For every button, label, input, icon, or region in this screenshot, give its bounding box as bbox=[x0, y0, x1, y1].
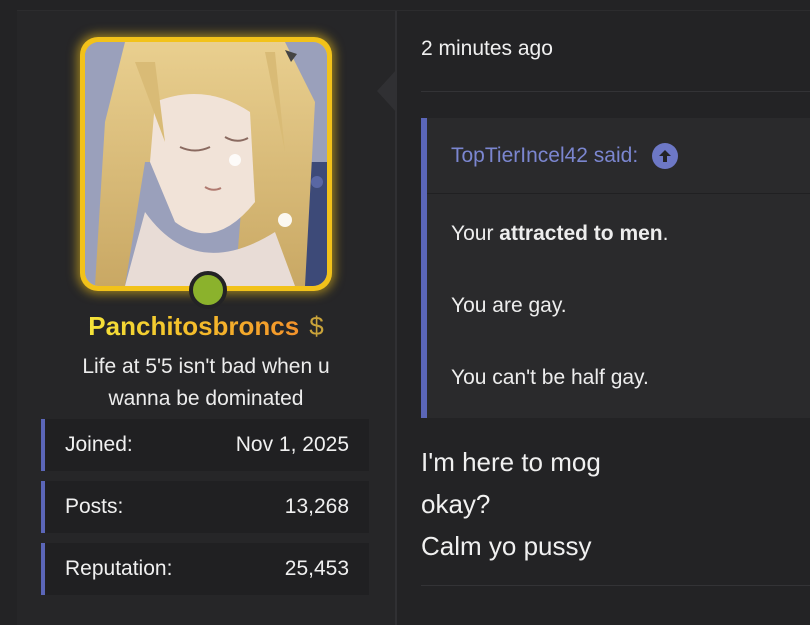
online-status-indicator bbox=[189, 271, 227, 309]
user-title-line: Life at 5'5 isn't bad when u bbox=[82, 355, 330, 378]
divider bbox=[421, 91, 810, 92]
post-pointer-arrow bbox=[377, 69, 397, 113]
stat-label: Joined: bbox=[65, 433, 133, 456]
avatar-illustration bbox=[85, 42, 327, 286]
forum-post: Panchitosbroncs $ Life at 5'5 isn't bad w… bbox=[17, 10, 810, 625]
username-row: Panchitosbroncs $ bbox=[17, 311, 395, 342]
stat-label: Reputation: bbox=[65, 557, 173, 580]
quote-block: TopTierIncel42 said: Your attracted to m… bbox=[421, 118, 810, 418]
user-title-line: wanna be dominated bbox=[108, 387, 304, 410]
quote-author[interactable]: TopTierIncel42 said: bbox=[451, 144, 638, 168]
reply-line: Calm yo pussy bbox=[421, 531, 592, 561]
username-link[interactable]: Panchitosbroncs bbox=[88, 311, 299, 341]
user-title: Life at 5'5 isn't bad when u wanna be do… bbox=[41, 351, 371, 415]
stat-value: 25,453 bbox=[284, 557, 349, 580]
quote-text: . bbox=[662, 222, 669, 245]
stat-label: Posts: bbox=[65, 495, 124, 518]
stat-reputation: Reputation: 25,453 bbox=[41, 543, 369, 595]
arrow-up-circle-icon[interactable] bbox=[652, 142, 679, 169]
user-info-panel: Panchitosbroncs $ Life at 5'5 isn't bad w… bbox=[17, 11, 397, 625]
stat-posts: Posts: 13,268 bbox=[41, 481, 369, 533]
quote-header[interactable]: TopTierIncel42 said: bbox=[427, 118, 810, 194]
stat-value[interactable]: 13,268 bbox=[285, 495, 349, 519]
quote-line: You are gay. bbox=[451, 294, 567, 317]
reply-line: okay? bbox=[421, 489, 491, 519]
reply-text: I'm here to mog okay? Calm yo pussy bbox=[421, 441, 601, 567]
dollar-sign-icon: $ bbox=[309, 311, 324, 341]
avatar[interactable] bbox=[85, 42, 327, 286]
message-content: 2 minutes ago TopTierIncel42 said: Your … bbox=[377, 11, 810, 625]
quote-line: Your attracted to men. bbox=[451, 222, 668, 246]
stat-value: Nov 1, 2025 bbox=[235, 433, 349, 456]
avatar-frame[interactable] bbox=[80, 37, 332, 291]
post-timestamp[interactable]: 2 minutes ago bbox=[421, 37, 553, 61]
quote-line: You can't be half gay. bbox=[451, 366, 649, 389]
quote-text: Your bbox=[451, 222, 500, 245]
stat-joined: Joined: Nov 1, 2025 bbox=[41, 419, 369, 471]
quote-bold-text: attracted to men bbox=[499, 222, 663, 245]
reply-line: I'm here to mog bbox=[421, 447, 601, 477]
divider bbox=[421, 585, 810, 586]
